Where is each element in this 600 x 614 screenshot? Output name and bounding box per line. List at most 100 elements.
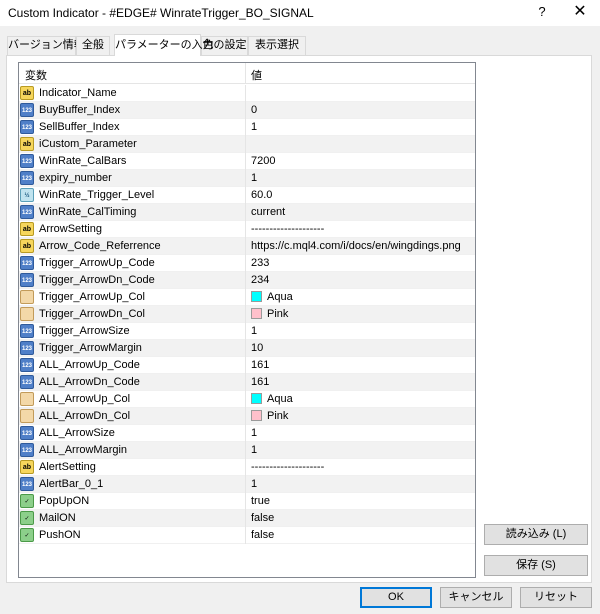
cancel-button[interactable]: キャンセル xyxy=(440,587,512,608)
parameter-value[interactable]: current xyxy=(251,206,285,218)
integer-type-icon: 123 xyxy=(20,341,34,355)
parameter-value[interactable]: -------------------- xyxy=(251,223,324,235)
parameter-value[interactable]: false xyxy=(251,529,274,541)
integer-type-icon: 123 xyxy=(20,443,34,457)
tab-input-parameters[interactable]: パラメーターの入力 xyxy=(114,34,214,56)
parameter-value[interactable]: 10 xyxy=(251,342,263,354)
cell-divider xyxy=(245,153,246,170)
parameter-value[interactable]: 161 xyxy=(251,359,269,371)
table-row[interactable]: ab Arrow_Code_Referrence https://c.mql4.co… xyxy=(19,238,475,255)
parameter-value[interactable]: 233 xyxy=(251,257,269,269)
parameter-value[interactable]: 1 xyxy=(251,172,257,184)
parameter-value[interactable]: true xyxy=(251,495,270,507)
cell-divider xyxy=(245,340,246,357)
cell-divider xyxy=(245,136,246,153)
table-row[interactable]: ab iCustom_Parameter xyxy=(19,136,475,153)
parameter-name: AlertBar_0_1 xyxy=(39,478,104,490)
help-icon[interactable]: ? xyxy=(534,4,550,20)
color-swatch[interactable] xyxy=(251,393,262,404)
parameter-value[interactable]: -------------------- xyxy=(251,461,324,473)
double-type-icon: ½ xyxy=(20,188,34,202)
table-row[interactable]: ✓ PopUpON true xyxy=(19,493,475,510)
table-row[interactable]: 123 BuyBuffer_Index 0 xyxy=(19,102,475,119)
parameters-grid[interactable]: 変数 値 ab Indicator_Name 123 BuyBuffer_Index 0… xyxy=(18,62,476,578)
parameter-name: ALL_ArrowSize xyxy=(39,427,115,439)
table-row[interactable]: 123 Trigger_ArrowSize 1 xyxy=(19,323,475,340)
color-swatch[interactable] xyxy=(251,410,262,421)
parameter-name: BuyBuffer_Index xyxy=(39,104,121,116)
cell-divider xyxy=(245,391,246,408)
parameter-name: Trigger_ArrowDn_Col xyxy=(39,308,145,320)
parameter-value[interactable]: 1 xyxy=(251,444,257,456)
parameter-value[interactable]: 7200 xyxy=(251,155,275,167)
table-row[interactable]: 123 expiry_number 1 xyxy=(19,170,475,187)
reset-button[interactable]: リセット xyxy=(520,587,592,608)
table-row[interactable]: 123 Trigger_ArrowMargin 10 xyxy=(19,340,475,357)
table-row[interactable]: 123 ALL_ArrowUp_Code 161 xyxy=(19,357,475,374)
parameter-name: Trigger_ArrowMargin xyxy=(39,342,142,354)
integer-type-icon: 123 xyxy=(20,358,34,372)
parameter-name: WinRate_CalBars xyxy=(39,155,127,167)
table-row[interactable]: ✓ MailON false xyxy=(19,510,475,527)
integer-type-icon: 123 xyxy=(20,205,34,219)
string-type-icon: ab xyxy=(20,460,34,474)
load-button[interactable]: 読み込み (L) xyxy=(484,524,588,545)
parameter-value[interactable]: 60.0 xyxy=(251,189,272,201)
parameter-value[interactable]: https://c.mql4.com/i/docs/en/wingdings.p… xyxy=(251,240,461,252)
table-row[interactable]: ½ WinRate_Trigger_Level 60.0 xyxy=(19,187,475,204)
save-button[interactable]: 保存 (S) xyxy=(484,555,588,576)
tab-visualization[interactable]: 表示選択 xyxy=(248,36,306,55)
tab-version-info[interactable]: バージョン情報 xyxy=(7,36,85,55)
table-row[interactable]: 123 ALL_ArrowDn_Code 161 xyxy=(19,374,475,391)
parameter-name: expiry_number xyxy=(39,172,112,184)
column-header-variable[interactable]: 変数 xyxy=(25,67,47,83)
parameter-name: PopUpON xyxy=(39,495,90,507)
ok-button[interactable]: OK xyxy=(360,587,432,608)
column-header-value[interactable]: 値 xyxy=(251,67,262,83)
table-row[interactable]: 123 ALL_ArrowMargin 1 xyxy=(19,442,475,459)
table-row[interactable]: 123 Trigger_ArrowUp_Code 233 xyxy=(19,255,475,272)
table-row[interactable]: 123 AlertBar_0_1 1 xyxy=(19,476,475,493)
integer-type-icon: 123 xyxy=(20,375,34,389)
table-row[interactable]: ALL_ArrowDn_Col Pink xyxy=(19,408,475,425)
parameter-name: WinRate_CalTiming xyxy=(39,206,137,218)
table-row[interactable]: 123 SellBuffer_Index 1 xyxy=(19,119,475,136)
parameter-name: AlertSetting xyxy=(39,461,96,473)
parameter-value[interactable]: Pink xyxy=(267,308,288,320)
parameter-value[interactable]: 1 xyxy=(251,121,257,133)
close-icon[interactable]: ✕ xyxy=(565,2,595,22)
parameter-value[interactable]: 234 xyxy=(251,274,269,286)
window-title: Custom Indicator - #EDGE# WinrateTrigger… xyxy=(8,6,314,20)
table-row[interactable]: ✓ PushON false xyxy=(19,527,475,544)
parameter-value[interactable]: 1 xyxy=(251,427,257,439)
table-row[interactable]: ab ArrowSetting -------------------- xyxy=(19,221,475,238)
table-row[interactable]: Trigger_ArrowDn_Col Pink xyxy=(19,306,475,323)
color-swatch[interactable] xyxy=(251,291,262,302)
boolean-type-icon: ✓ xyxy=(20,511,34,525)
parameter-value[interactable]: Aqua xyxy=(267,393,293,405)
parameter-name: Trigger_ArrowDn_Code xyxy=(39,274,155,286)
parameter-value[interactable]: Pink xyxy=(267,410,288,422)
column-divider[interactable] xyxy=(245,63,246,84)
string-type-icon: ab xyxy=(20,239,34,253)
table-row[interactable]: Trigger_ArrowUp_Col Aqua xyxy=(19,289,475,306)
integer-type-icon: 123 xyxy=(20,154,34,168)
parameter-value[interactable]: 161 xyxy=(251,376,269,388)
table-row[interactable]: 123 Trigger_ArrowDn_Code 234 xyxy=(19,272,475,289)
cell-divider xyxy=(245,187,246,204)
table-row[interactable]: 123 WinRate_CalBars 7200 xyxy=(19,153,475,170)
tab-general[interactable]: 全般 xyxy=(76,36,110,55)
parameter-value[interactable]: false xyxy=(251,512,274,524)
parameter-value[interactable]: 0 xyxy=(251,104,257,116)
parameter-name: ALL_ArrowUp_Code xyxy=(39,359,140,371)
table-row[interactable]: ab Indicator_Name xyxy=(19,85,475,102)
parameter-value[interactable]: 1 xyxy=(251,478,257,490)
table-row[interactable]: ab AlertSetting -------------------- xyxy=(19,459,475,476)
string-type-icon: ab xyxy=(20,222,34,236)
table-row[interactable]: ALL_ArrowUp_Col Aqua xyxy=(19,391,475,408)
table-row[interactable]: 123 WinRate_CalTiming current xyxy=(19,204,475,221)
parameter-value[interactable]: 1 xyxy=(251,325,257,337)
table-row[interactable]: 123 ALL_ArrowSize 1 xyxy=(19,425,475,442)
parameter-value[interactable]: Aqua xyxy=(267,291,293,303)
color-swatch[interactable] xyxy=(251,308,262,319)
